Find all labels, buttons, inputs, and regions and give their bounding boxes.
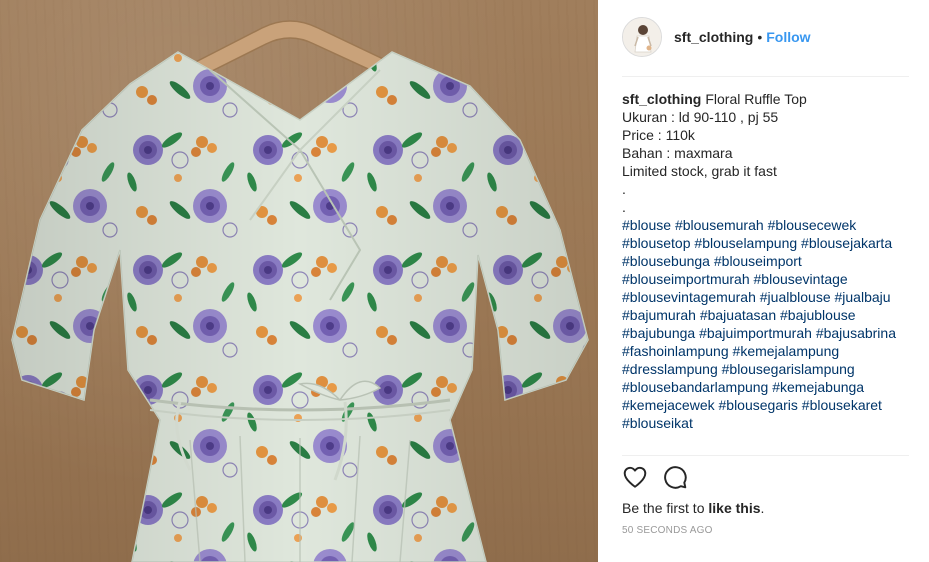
hashtag-line: #kemejacewek #blousegaris #blousekaret bbox=[622, 396, 912, 414]
post-header: sft_clothing • Follow bbox=[598, 0, 929, 76]
hashtag-link[interactable]: #blouseikat bbox=[622, 415, 693, 431]
header-divider bbox=[622, 76, 909, 77]
hashtag-link[interactable]: #bajuatasan bbox=[700, 307, 776, 323]
caption-line: . bbox=[622, 199, 626, 215]
hashtag-line: #bajubunga #bajuimportmurah #bajusabrina bbox=[622, 324, 912, 342]
hashtag-link[interactable]: #fashoinlampung bbox=[622, 343, 729, 359]
caption-title-line: sft_clothing Floral Ruffle Top bbox=[622, 90, 912, 108]
hashtag-line: #fashoinlampung #kemejalampung bbox=[622, 342, 912, 360]
hashtag-link[interactable]: #blouselampung bbox=[694, 235, 797, 251]
caption-line: Ukuran : ld 90-110 , pj 55 bbox=[622, 109, 779, 125]
likes-summary: Be the first to like this. bbox=[622, 500, 764, 516]
hashtag-link[interactable]: #blousecewek bbox=[768, 217, 857, 233]
follow-button[interactable]: Follow bbox=[766, 29, 810, 45]
separator-dot: • bbox=[757, 29, 763, 45]
hashtag-link[interactable]: #bajubunga bbox=[622, 325, 695, 341]
post-timestamp[interactable]: 50 seconds ago bbox=[622, 525, 713, 536]
hashtag-link[interactable]: #blousegarislampung bbox=[722, 361, 855, 377]
comment-icon[interactable] bbox=[662, 464, 688, 490]
hashtag-link[interactable]: #kemejabunga bbox=[772, 379, 864, 395]
hashtag-link[interactable]: #blouseimportmurah bbox=[622, 271, 750, 287]
hashtag-link[interactable]: #blousegaris bbox=[719, 397, 798, 413]
hashtag-link[interactable]: #kemejalampung bbox=[733, 343, 840, 359]
hashtag-link[interactable]: #bajublouse bbox=[780, 307, 856, 323]
like-this-link[interactable]: like this bbox=[708, 500, 760, 516]
hashtag-link[interactable]: #blousemurah bbox=[675, 217, 764, 233]
hashtag-line: #blouseimportmurah #blousevintage bbox=[622, 270, 912, 288]
avatar[interactable] bbox=[622, 17, 662, 57]
hashtag-link[interactable]: #jualblouse bbox=[760, 289, 831, 305]
hashtag-link[interactable]: #blousejakarta bbox=[801, 235, 892, 251]
hashtag-line: #blousebunga #blouseimport bbox=[622, 252, 912, 270]
likes-prefix: Be the first to bbox=[622, 500, 709, 516]
caption-author-link[interactable]: sft_clothing bbox=[622, 91, 701, 107]
hashtag-link[interactable]: #blouse bbox=[622, 217, 671, 233]
actions-divider bbox=[622, 455, 909, 456]
hashtag-list: #blouse #blousemurah #blousecewek #blouse… bbox=[622, 216, 912, 432]
caption-line: Limited stock, grab it fast bbox=[622, 163, 777, 179]
hashtag-link[interactable]: #blousevintagemurah bbox=[622, 289, 756, 305]
hashtag-line: #dresslampung #blousegarislampung bbox=[622, 360, 912, 378]
hashtag-link[interactable]: #blousebandarlampung bbox=[622, 379, 768, 395]
hashtag-link[interactable]: #blousetop bbox=[622, 235, 691, 251]
hashtag-link[interactable]: #blouseimport bbox=[714, 253, 802, 269]
avatar-image bbox=[623, 18, 661, 56]
hashtag-link[interactable]: #blousevintage bbox=[754, 271, 848, 287]
caption-line: Price : 110k bbox=[622, 127, 695, 143]
caption-line: Bahan : maxmara bbox=[622, 145, 733, 161]
hashtag-line: #blousevintagemurah #jualblouse #jualbaj… bbox=[622, 288, 912, 306]
username-link[interactable]: sft_clothing bbox=[674, 29, 753, 45]
header-text: sft_clothing • Follow bbox=[674, 29, 811, 45]
heart-icon[interactable] bbox=[622, 464, 648, 490]
caption-title: Floral Ruffle Top bbox=[705, 91, 807, 107]
hashtag-link[interactable]: #kemejacewek bbox=[622, 397, 715, 413]
likes-suffix: . bbox=[760, 500, 765, 516]
hashtag-link[interactable]: #bajumurah bbox=[622, 307, 696, 323]
hashtag-link[interactable]: #bajusabrina bbox=[816, 325, 896, 341]
hashtag-line: #blousetop #blouselampung #blousejakarta bbox=[622, 234, 912, 252]
hashtag-link[interactable]: #blousebunga bbox=[622, 253, 710, 269]
hashtag-line: #blousebandarlampung #kemejabunga bbox=[622, 378, 912, 396]
hashtag-line: #blouseikat bbox=[622, 414, 912, 432]
floral-blouse-photo bbox=[11, 20, 589, 562]
post-caption: sft_clothing Floral Ruffle Top Ukuran : l… bbox=[622, 90, 912, 432]
hashtag-link[interactable]: #dresslampung bbox=[622, 361, 718, 377]
hashtag-link[interactable]: #blousekaret bbox=[802, 397, 882, 413]
hashtag-link[interactable]: #jualbaju bbox=[835, 289, 891, 305]
hashtag-line: #blouse #blousemurah #blousecewek bbox=[622, 216, 912, 234]
hashtag-line: #bajumurah #bajuatasan #bajublouse bbox=[622, 306, 912, 324]
post-details-panel: sft_clothing • Follow sft_clothing Floral R… bbox=[598, 0, 929, 562]
caption-line: . bbox=[622, 181, 626, 197]
hashtag-link[interactable]: #bajuimportmurah bbox=[699, 325, 812, 341]
post-image[interactable] bbox=[0, 0, 598, 562]
